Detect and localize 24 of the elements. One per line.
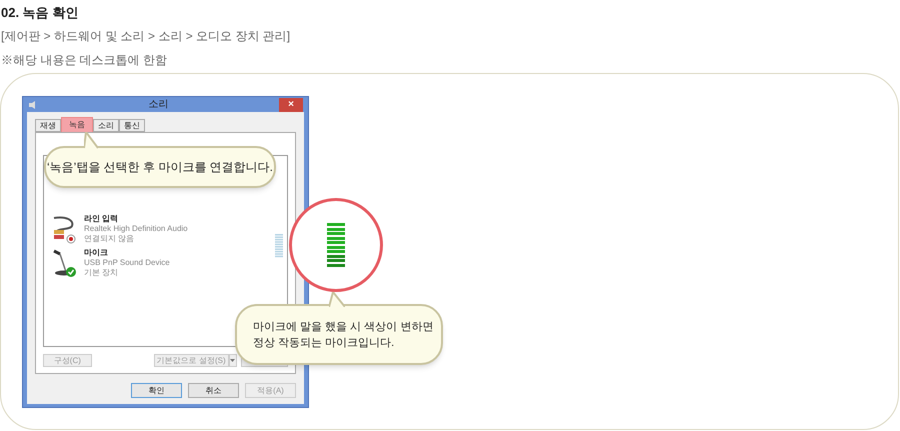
callout-text: 마이크에 말을 했을 시 색상이 변하면 정상 작동되는 마이크입니다. [253, 320, 434, 350]
tab[interactable]: 통신 [119, 119, 145, 132]
dialog-button[interactable]: 확인 [131, 383, 182, 398]
cable-icon [52, 214, 78, 244]
zoomed-level-meter [327, 223, 345, 267]
note-text: ※해당 내용은 데스크톱에 한함 [1, 52, 168, 68]
device-driver: USB PnP Sound Device [84, 258, 170, 268]
device-name: 라인 입력 [84, 214, 120, 224]
section-heading: 02. 녹음 확인 [1, 4, 80, 22]
callout-text: ‘녹음’탭을 선택한 후 마이크를 연결합니다. [46, 159, 273, 176]
microphone-icon [52, 248, 78, 278]
level-meter-icon [275, 234, 283, 258]
tab[interactable]: 소리 [93, 119, 119, 132]
device-name: 마이크 [84, 248, 109, 258]
window-title: 소리 [148, 98, 168, 112]
device-status: 연결되지 않음 [84, 234, 136, 244]
close-button[interactable]: × [279, 98, 303, 112]
speaker-icon [28, 100, 38, 110]
menu-path: [제어판 > 하드웨어 및 소리 > 소리 > 오디오 장치 관리] [1, 28, 292, 44]
device-driver: Realtek High Definition Audio [84, 224, 188, 234]
tab[interactable]: 재생 [35, 119, 61, 132]
dialog-button[interactable]: 취소 [188, 383, 239, 398]
device-status: 기본 장치 [84, 268, 120, 278]
tab[interactable]: 녹음 [61, 117, 93, 132]
